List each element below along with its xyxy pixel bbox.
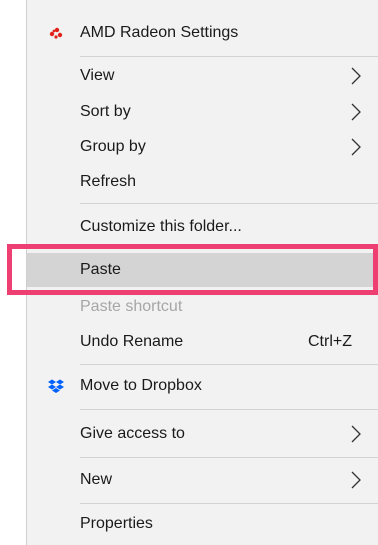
menu-item-properties[interactable]: Properties	[27, 507, 378, 541]
menu-item-amd-radeon-settings[interactable]: AMD Radeon Settings	[27, 16, 378, 50]
menu-item-label: Group by	[80, 138, 146, 155]
menu-item-label: Move to Dropbox	[80, 377, 202, 394]
menu-item-label: Properties	[80, 515, 153, 532]
context-menu: AMD Radeon Settings View Sort by Group b…	[26, 0, 378, 545]
menu-separator	[80, 56, 378, 57]
menu-separator	[80, 203, 378, 204]
chevron-right-icon	[351, 471, 361, 489]
chevron-right-icon	[351, 138, 361, 156]
chevron-right-icon	[351, 425, 361, 443]
menu-item-label: View	[80, 67, 115, 84]
menu-item-view[interactable]: View	[27, 59, 378, 93]
menu-item-label: Paste shortcut	[80, 298, 183, 315]
desktop-background	[0, 0, 26, 545]
menu-item-paste[interactable]: Paste	[27, 253, 378, 287]
menu-item-label: Undo Rename	[80, 333, 184, 350]
dropbox-icon	[48, 379, 64, 393]
menu-item-label: Give access to	[80, 425, 185, 442]
menu-item-shortcut: Ctrl+Z	[308, 333, 352, 350]
menu-item-undo-rename[interactable]: Undo Rename Ctrl+Z	[27, 325, 378, 359]
menu-item-label: New	[80, 471, 113, 488]
menu-item-paste-shortcut: Paste shortcut	[27, 292, 378, 322]
menu-separator	[80, 364, 378, 365]
menu-item-label: Paste	[80, 261, 121, 278]
menu-item-group-by[interactable]: Group by	[27, 130, 378, 164]
chevron-right-icon	[351, 103, 361, 121]
menu-item-label: AMD Radeon Settings	[80, 24, 239, 41]
menu-item-label: Refresh	[80, 173, 137, 190]
menu-item-give-access-to[interactable]: Give access to	[27, 417, 378, 451]
menu-item-new[interactable]: New	[27, 463, 378, 497]
menu-item-sort-by[interactable]: Sort by	[27, 95, 378, 129]
menu-separator	[80, 503, 378, 504]
menu-item-move-to-dropbox[interactable]: Move to Dropbox	[27, 369, 378, 403]
chevron-right-icon	[351, 67, 361, 85]
menu-item-customize-folder[interactable]: Customize this folder...	[27, 210, 378, 244]
menu-separator	[80, 248, 378, 249]
menu-item-label: Customize this folder...	[80, 218, 242, 235]
menu-separator	[80, 409, 378, 410]
amd-radeon-icon	[49, 27, 63, 39]
menu-item-refresh[interactable]: Refresh	[27, 165, 378, 199]
menu-item-label: Sort by	[80, 103, 131, 120]
menu-separator	[80, 457, 378, 458]
